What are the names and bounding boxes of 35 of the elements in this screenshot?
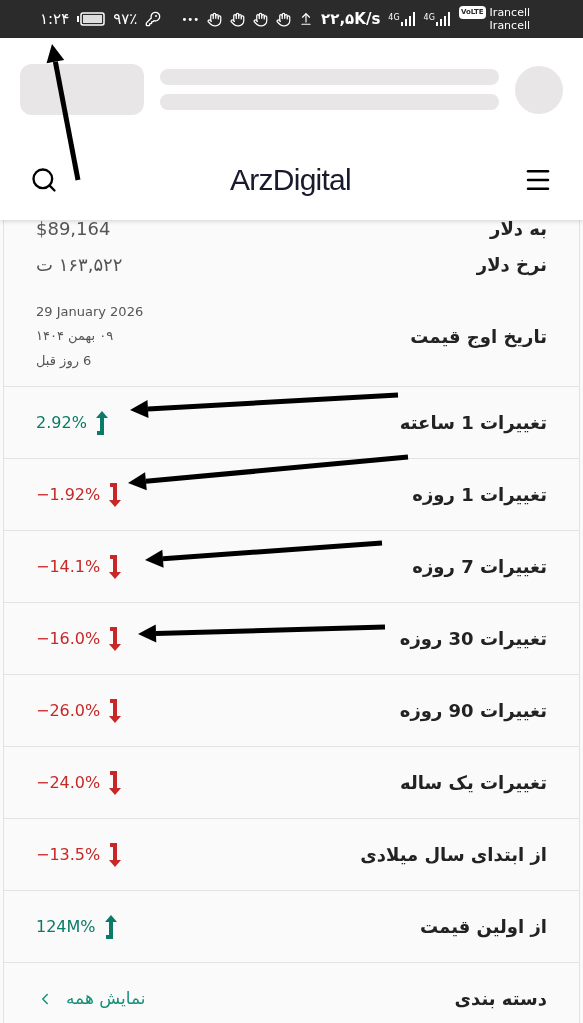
date-text: 6 روز قبل bbox=[36, 351, 92, 371]
more-text: ••• bbox=[181, 12, 200, 27]
logo: ArzDigital bbox=[230, 162, 351, 198]
change-value: 2.92% bbox=[36, 411, 87, 434]
network-text: 4G bbox=[388, 12, 400, 24]
row-value: $89,164 bbox=[36, 220, 111, 241]
change-value: −13.5% bbox=[36, 843, 101, 866]
row-label: تغییرات 7 روزه bbox=[412, 555, 547, 580]
row-label: به دلار bbox=[490, 220, 547, 241]
row-label: دسته بندی bbox=[454, 987, 547, 1011]
row-label: از اولین قیمت bbox=[420, 915, 547, 940]
battery-text: ۹۷٪ bbox=[113, 8, 138, 30]
row-label: تغییرات یک ساله bbox=[400, 771, 547, 796]
change-value: −26.0% bbox=[36, 699, 101, 722]
clock-text: ۱:۲۴ bbox=[40, 8, 70, 30]
change-value: −1.92% bbox=[36, 483, 101, 506]
row-label: تغییرات 1 ساعته bbox=[399, 411, 547, 436]
show-all-link[interactable]: نمایش همه bbox=[36, 985, 146, 1012]
speed-text: ۲۲,۵K/s bbox=[321, 8, 381, 30]
network-text: 4G bbox=[423, 12, 435, 24]
row-label: نرخ دلار bbox=[476, 252, 547, 278]
carrier-text: Irancell bbox=[489, 6, 531, 19]
change-value: −14.1% bbox=[36, 555, 101, 578]
change-value: −24.0% bbox=[36, 771, 101, 794]
change-value: −16.0% bbox=[36, 627, 101, 650]
date-text: 29 January 2026 bbox=[36, 302, 144, 321]
row-label: تغییرات 1 روزه bbox=[412, 483, 547, 508]
row-value: ۱۶۳,۵۲۲ ت bbox=[36, 252, 123, 277]
row-label: تغییرات 90 روزه bbox=[399, 699, 547, 724]
row-label: از ابتدای سال میلادی bbox=[360, 843, 547, 867]
row-label: تغییرات 30 روزه bbox=[399, 627, 547, 652]
change-value: 124M% bbox=[36, 915, 96, 938]
date-text: ۰۹ بهمن ۱۴۰۴ bbox=[36, 327, 114, 346]
carrier-text: Irancell bbox=[489, 19, 531, 32]
row-label: تاریخ اوج قیمت bbox=[410, 324, 547, 350]
